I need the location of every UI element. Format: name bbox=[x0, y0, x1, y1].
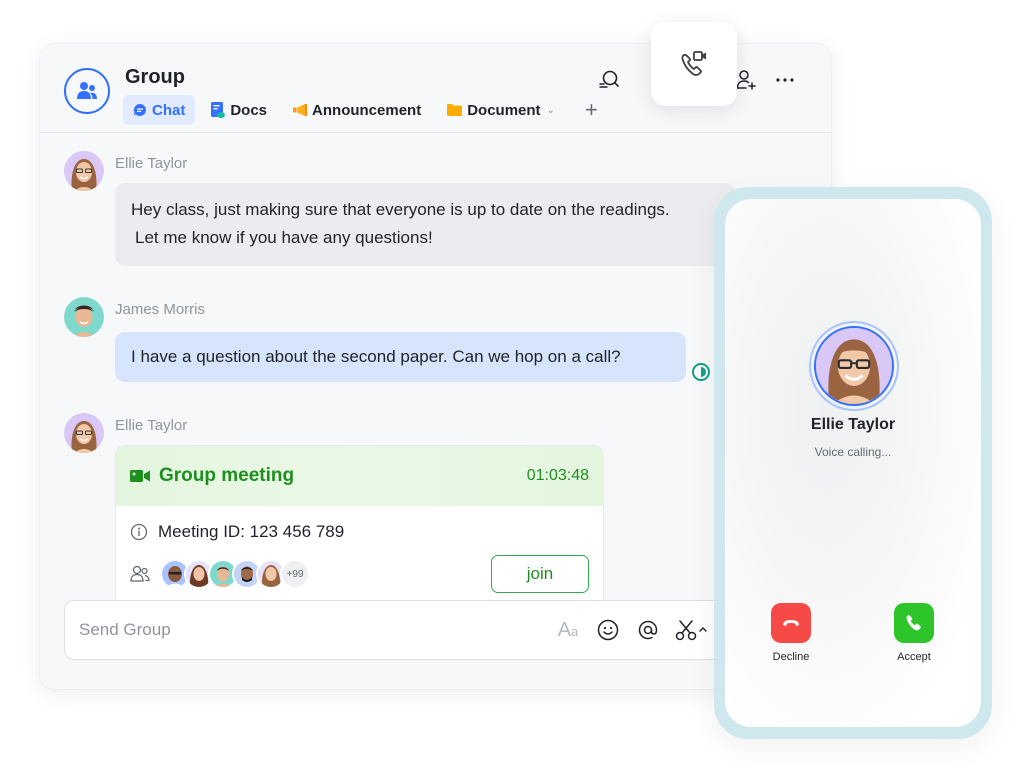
sender-name: Ellie Taylor bbox=[115, 417, 188, 434]
group-chat-window: Group Chat Docs Announcement Document ⌄ … bbox=[40, 44, 831, 689]
read-status-icon bbox=[691, 362, 711, 387]
group-avatar[interactable] bbox=[64, 68, 110, 114]
video-call-icon bbox=[681, 51, 706, 76]
at-mention-icon bbox=[638, 620, 658, 640]
more-button[interactable] bbox=[771, 66, 799, 94]
meeting-id: Meeting ID: 123 456 789 bbox=[158, 522, 345, 541]
chat-bubble-icon bbox=[133, 103, 146, 116]
sender-name: James Morris bbox=[115, 301, 206, 318]
meeting-card-header: Group meeting 01:03:48 bbox=[116, 446, 603, 506]
call-status: Voice calling... bbox=[814, 445, 892, 459]
sender-name: Ellie Taylor bbox=[115, 155, 188, 172]
search-button[interactable] bbox=[595, 66, 623, 94]
text-format-button[interactable]: Aa bbox=[555, 616, 581, 644]
tab-docs-label: Docs bbox=[230, 101, 268, 119]
add-user-icon bbox=[736, 70, 756, 90]
group-title: Group bbox=[125, 66, 185, 88]
meeting-duration: 01:03:48 bbox=[526, 467, 589, 484]
decline-call-button[interactable]: Decline bbox=[761, 603, 821, 663]
phone-icon bbox=[906, 615, 921, 631]
tab-announcement-label: Announcement bbox=[312, 101, 422, 119]
ellie-avatar-photo bbox=[64, 151, 104, 191]
caller-photo bbox=[816, 328, 892, 404]
tab-announcement[interactable]: Announcement bbox=[283, 95, 431, 125]
message-composer: Aa bbox=[64, 600, 764, 660]
james-avatar-photo bbox=[64, 297, 104, 337]
megaphone-icon bbox=[293, 104, 308, 116]
docs-icon bbox=[211, 102, 226, 118]
avatar-james-morris[interactable] bbox=[64, 297, 104, 337]
more-icon bbox=[776, 78, 794, 82]
tab-bar: Chat Docs Announcement Document ⌄ + bbox=[123, 95, 598, 125]
participants-more-count: +99 bbox=[280, 559, 310, 589]
add-tab-button[interactable]: + bbox=[585, 99, 598, 121]
avatar-ellie-taylor[interactable] bbox=[64, 151, 104, 191]
scissors-icon bbox=[675, 620, 707, 641]
participants-icon bbox=[130, 565, 150, 582]
message-text-line: Hey class, just making sure that everyon… bbox=[131, 200, 670, 219]
decline-button-tile[interactable] bbox=[771, 603, 811, 643]
emoji-icon bbox=[597, 619, 619, 641]
voice-video-call-button[interactable] bbox=[651, 22, 737, 106]
message-text-line: Let me know if you have any questions! bbox=[135, 228, 433, 247]
tab-docs[interactable]: Docs bbox=[201, 95, 277, 125]
tab-chat[interactable]: Chat bbox=[123, 95, 196, 125]
mention-button[interactable] bbox=[635, 616, 661, 644]
message-input[interactable] bbox=[79, 601, 479, 659]
meeting-id-row: Meeting ID: 123 456 789 bbox=[130, 522, 344, 542]
join-meeting-button[interactable]: join bbox=[491, 555, 589, 593]
tab-chat-label: Chat bbox=[152, 101, 186, 119]
ellie-avatar-photo bbox=[64, 413, 104, 453]
decline-label: Decline bbox=[772, 651, 810, 663]
message-bubble[interactable]: Hey class, just making sure that everyon… bbox=[115, 183, 735, 266]
chevron-down-icon[interactable]: ⌄ bbox=[547, 105, 555, 116]
accept-call-button[interactable]: Accept bbox=[884, 603, 944, 663]
meeting-title: Group meeting bbox=[159, 465, 295, 486]
hang-up-icon bbox=[783, 620, 799, 626]
accept-label: Accept bbox=[897, 651, 931, 663]
tab-document[interactable]: Document ⌄ bbox=[437, 95, 565, 125]
phone-screen: Ellie Taylor Voice calling... Decline Ac… bbox=[725, 199, 981, 727]
folder-icon bbox=[447, 104, 463, 116]
video-camera-icon bbox=[130, 470, 150, 482]
caller-avatar bbox=[809, 321, 899, 411]
font-format-icon: Aa bbox=[557, 618, 579, 641]
avatar-ellie-taylor[interactable] bbox=[64, 413, 104, 453]
message-bubble[interactable]: I have a question about the second paper… bbox=[115, 332, 686, 382]
screenshot-button[interactable] bbox=[675, 616, 709, 644]
meeting-participants: +99 bbox=[130, 559, 310, 589]
accept-button-tile[interactable] bbox=[894, 603, 934, 643]
add-member-button[interactable] bbox=[733, 66, 761, 94]
message-text: I have a question about the second paper… bbox=[131, 347, 621, 366]
group-users-icon bbox=[77, 82, 97, 99]
info-icon bbox=[130, 523, 148, 541]
meeting-card[interactable]: Group meeting 01:03:48 Meeting ID: 123 4… bbox=[115, 445, 604, 615]
participant-avatars[interactable]: +99 bbox=[160, 559, 310, 589]
caller-name: Ellie Taylor bbox=[810, 416, 896, 433]
emoji-button[interactable] bbox=[595, 616, 621, 644]
search-icon bbox=[599, 70, 619, 88]
tab-document-label: Document bbox=[467, 101, 541, 119]
incoming-call-phone: Ellie Taylor Voice calling... Decline Ac… bbox=[714, 187, 992, 739]
